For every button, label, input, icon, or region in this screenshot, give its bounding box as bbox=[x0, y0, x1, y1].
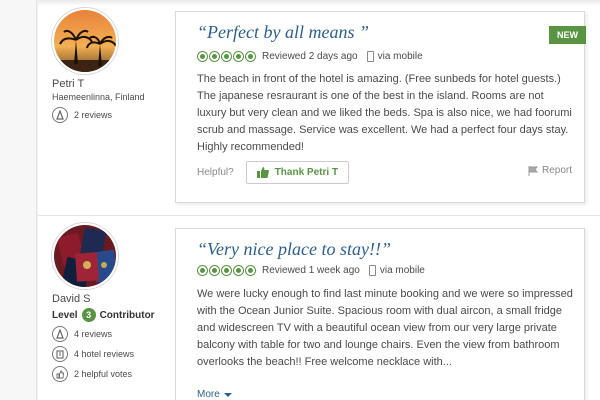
mobile-icon bbox=[368, 265, 376, 276]
reviewer-info: Petri T Haemeenlinna, Finland 2 reviews bbox=[52, 8, 177, 123]
more-label: More bbox=[197, 389, 220, 400]
rating-bubble-icon bbox=[197, 51, 208, 62]
review-body: The beach in front of the hotel is amazi… bbox=[197, 73, 572, 153]
review-item: David S Level 3 Contributor 4 reviews 4 … bbox=[38, 216, 600, 400]
stat-text: 4 hotel reviews bbox=[74, 349, 135, 359]
rating-bubble-icon bbox=[233, 51, 244, 62]
flag-icon bbox=[528, 165, 539, 176]
review-device: via mobile bbox=[377, 51, 423, 62]
reviewer-stat: 2 helpful votes bbox=[52, 366, 177, 382]
rating-bubble-icon bbox=[221, 51, 232, 62]
stat-text: 2 reviews bbox=[74, 110, 113, 120]
thumbs-up-icon bbox=[256, 167, 269, 178]
avatar-image bbox=[54, 10, 116, 72]
helpful-label: Helpful? bbox=[197, 167, 234, 178]
review-title[interactable]: “Very nice place to stay!!” bbox=[197, 239, 391, 260]
review-card: “Very nice place to stay!!” Reviewed 1 w… bbox=[175, 228, 585, 400]
new-badge: NEW bbox=[549, 26, 586, 44]
rating-bubbles bbox=[197, 265, 257, 276]
reviewer-stat: 4 hotel reviews bbox=[52, 346, 177, 362]
rating-bubble-icon bbox=[209, 265, 220, 276]
reviews-icon bbox=[52, 326, 68, 342]
thank-reviewer-button[interactable]: Thank Petri T bbox=[245, 161, 350, 184]
review-meta: Reviewed 1 week ago via mobile bbox=[197, 265, 425, 276]
rating-bubble-icon bbox=[209, 51, 220, 62]
stat-text: 2 helpful votes bbox=[74, 369, 133, 379]
chevron-down-icon bbox=[223, 392, 232, 397]
avatar[interactable] bbox=[52, 8, 118, 74]
mobile-icon bbox=[366, 51, 374, 62]
reviews-icon bbox=[52, 107, 68, 123]
avatar-image bbox=[54, 225, 116, 287]
review-device: via mobile bbox=[379, 265, 425, 276]
review-item: Petri T Haemeenlinna, Finland 2 reviews … bbox=[38, 0, 600, 215]
review-meta: Reviewed 2 days ago via mobile bbox=[197, 51, 423, 62]
contributor-level: Level 3 Contributor bbox=[52, 308, 177, 322]
thank-label: Thank Petri T bbox=[274, 167, 339, 178]
report-label: Report bbox=[541, 165, 572, 176]
review-body: We were lucky enough to find last minute… bbox=[197, 288, 573, 368]
reviewer-info: David S Level 3 Contributor 4 reviews 4 … bbox=[52, 223, 177, 382]
report-link[interactable]: Report bbox=[528, 165, 572, 176]
rating-bubble-icon bbox=[233, 265, 244, 276]
left-margin bbox=[0, 0, 37, 400]
review-title[interactable]: “Perfect by all means ” bbox=[197, 22, 369, 43]
level-label: Level bbox=[52, 309, 78, 321]
review-date: Reviewed 1 week ago bbox=[262, 265, 360, 276]
reviewer-stat: 4 reviews bbox=[52, 326, 177, 342]
level-title: Contributor bbox=[99, 309, 155, 321]
helpful-row: Helpful? Thank Petri T bbox=[197, 161, 350, 184]
more-link[interactable]: More bbox=[197, 389, 232, 400]
avatar[interactable] bbox=[52, 223, 118, 289]
rating-bubbles bbox=[197, 51, 257, 62]
rating-bubble-icon bbox=[221, 265, 232, 276]
reviewer-stat: 2 reviews bbox=[52, 107, 177, 123]
review-card: NEW “Perfect by all means ” Reviewed 2 d… bbox=[175, 11, 586, 203]
rating-bubble-icon bbox=[245, 265, 256, 276]
helpful-votes-icon bbox=[52, 366, 68, 382]
rating-bubble-icon bbox=[245, 51, 256, 62]
rating-bubble-icon bbox=[197, 265, 208, 276]
review-date: Reviewed 2 days ago bbox=[262, 51, 358, 62]
reviewer-location: Haemeenlinna, Finland bbox=[52, 92, 145, 102]
reviewer-name[interactable]: Petri T bbox=[52, 78, 177, 91]
stat-text: 4 reviews bbox=[74, 329, 113, 339]
hotel-reviews-icon bbox=[52, 346, 68, 362]
level-badge: 3 bbox=[81, 308, 96, 322]
reviewer-name[interactable]: David S bbox=[52, 293, 177, 306]
